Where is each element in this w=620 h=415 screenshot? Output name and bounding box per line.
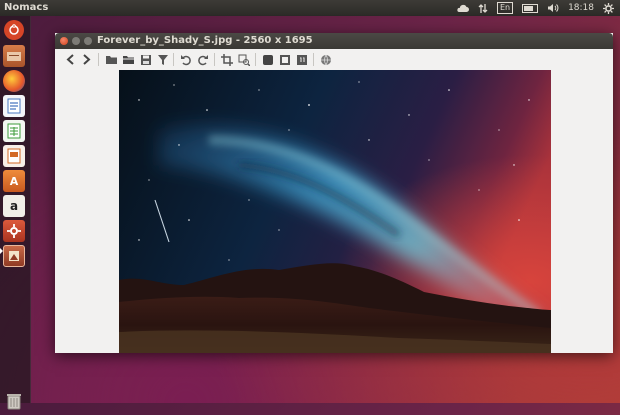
volume-icon[interactable]: [547, 3, 559, 13]
impress-icon[interactable]: [3, 145, 25, 167]
window-titlebar[interactable]: Forever_by_Shady_S.jpg - 2560 x 1695: [55, 33, 613, 49]
system-settings-icon[interactable]: [3, 220, 25, 242]
rotate-right-icon[interactable]: [196, 53, 209, 66]
open-file-icon[interactable]: [122, 53, 135, 66]
battery-icon[interactable]: [522, 3, 539, 13]
image-canvas[interactable]: [55, 70, 613, 353]
trash-icon[interactable]: [4, 391, 24, 411]
image-viewer-window: Forever_by_Shady_S.jpg - 2560 x 1695: [55, 33, 613, 353]
gear-icon[interactable]: [603, 2, 614, 14]
zoom-fit-icon[interactable]: [278, 53, 291, 66]
toolbar-separator: [255, 53, 256, 66]
rotate-left-icon[interactable]: [179, 53, 192, 66]
weather-indicator-icon[interactable]: [456, 4, 469, 13]
top-panel: Nomacs En 18:18: [0, 0, 620, 16]
actual-size-icon[interactable]: [295, 53, 308, 66]
dash-home-icon[interactable]: [4, 20, 24, 40]
nomacs-icon[interactable]: [3, 245, 25, 267]
launcher: A a: [0, 16, 31, 410]
toolbar-separator: [98, 53, 99, 66]
calc-icon[interactable]: [3, 120, 25, 142]
software-center-icon[interactable]: A: [3, 170, 25, 192]
app-name: Nomacs: [4, 2, 49, 13]
save-icon[interactable]: [139, 53, 152, 66]
toolbar-separator: [214, 53, 215, 66]
photo-night-sky-milky-way: [119, 70, 551, 353]
crop-icon[interactable]: [220, 53, 233, 66]
network-indicator-icon[interactable]: [478, 3, 488, 14]
files-icon[interactable]: [3, 45, 25, 67]
keyboard-language-indicator[interactable]: En: [496, 2, 514, 14]
toolbar-separator: [313, 53, 314, 66]
writer-icon[interactable]: [3, 95, 25, 117]
clock[interactable]: 18:18: [568, 0, 594, 16]
toolbar: [55, 49, 613, 71]
open-folder-icon[interactable]: [105, 53, 118, 66]
fullscreen-icon[interactable]: [261, 53, 274, 66]
filter-icon[interactable]: [156, 53, 169, 66]
indicator-area: En 18:18: [456, 0, 614, 16]
previous-image-button[interactable]: [64, 53, 77, 66]
minimize-window-button[interactable]: [72, 37, 80, 45]
window-title: Forever_by_Shady_S.jpg - 2560 x 1695: [97, 35, 313, 46]
close-window-button[interactable]: [60, 37, 68, 45]
globe-icon[interactable]: [319, 53, 332, 66]
toolbar-separator: [173, 53, 174, 66]
firefox-icon[interactable]: [3, 70, 25, 92]
maximize-window-button[interactable]: [84, 37, 92, 45]
resize-icon[interactable]: [237, 53, 250, 66]
next-image-button[interactable]: [80, 53, 93, 66]
amazon-icon[interactable]: a: [3, 195, 25, 217]
